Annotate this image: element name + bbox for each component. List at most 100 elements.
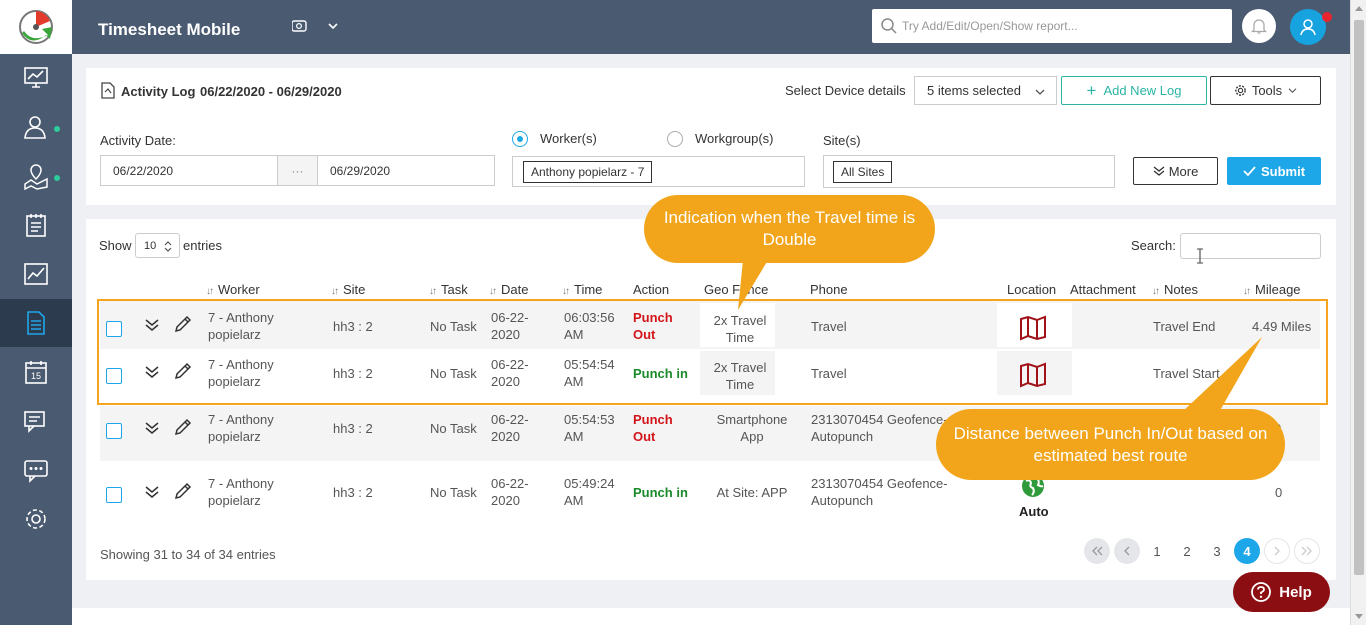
page-button[interactable]: 2 <box>1174 538 1200 564</box>
workgroup-radio[interactable] <box>667 131 683 147</box>
submit-button[interactable]: Submit <box>1227 157 1321 185</box>
messages-icon <box>24 411 45 433</box>
bottom-panel <box>72 608 1350 625</box>
double-chevron-right-icon <box>1301 546 1312 556</box>
scroll-up-icon[interactable] <box>1355 6 1363 11</box>
table-search-input[interactable] <box>1180 233 1321 264</box>
col-worker[interactable]: ↓↑ Worker <box>206 282 260 297</box>
cell-task: No Task <box>430 421 477 436</box>
date-from-input[interactable]: 06/22/2020 <box>100 155 278 186</box>
select-device-label: Select Device details <box>785 83 906 98</box>
scroll-down-icon[interactable] <box>1355 614 1363 619</box>
col-location[interactable]: Location <box>1007 282 1056 297</box>
tools-label: Tools <box>1251 83 1283 98</box>
sites-label: Site(s) <box>823 133 861 148</box>
reports-chart-icon <box>24 263 48 285</box>
date-to-input[interactable]: 06/29/2020 <box>317 155 495 186</box>
global-search-input[interactable] <box>902 16 1222 36</box>
cell-worker: 7 - Anthony popielarz <box>208 412 274 444</box>
col-phone[interactable]: Phone <box>810 282 848 297</box>
sidebar-item-calendar[interactable]: 15 <box>0 348 72 396</box>
cell-geo-fence: At Site: APP <box>716 485 788 500</box>
worker-tag: Anthony popielarz - 7 <box>523 160 653 183</box>
tools-button[interactable]: Tools <box>1210 76 1321 105</box>
vertical-scrollbar[interactable] <box>1350 0 1366 625</box>
page-size-select[interactable]: 10 <box>135 233 180 258</box>
showing-entries: Showing 31 to 34 of 34 entries <box>100 547 276 562</box>
global-search[interactable] <box>872 9 1232 43</box>
cell-task: No Task <box>430 485 477 500</box>
worker-select[interactable]: Anthony popielarz - 7 <box>512 156 805 187</box>
col-task[interactable]: ↓↑ Task <box>429 282 468 297</box>
row-checkbox[interactable] <box>106 423 122 439</box>
page-size-value: 10 <box>144 239 157 252</box>
sort-icon: ↓↑ <box>1243 286 1251 297</box>
cell-mileage: 0 <box>1275 485 1283 500</box>
sidebar-item-timesheet[interactable] <box>0 201 72 249</box>
col-mileage[interactable]: ↓↑ Mileage <box>1243 282 1301 297</box>
date-range-label: 06/22/2020 - 06/29/2020 <box>200 84 342 99</box>
prev-page-button[interactable] <box>1114 538 1140 564</box>
user-notification-dot <box>1322 12 1332 22</box>
scrollbar-thumb[interactable] <box>1354 20 1364 575</box>
sidebar-item-workers[interactable] <box>0 103 72 151</box>
chevron-down-icon <box>1288 88 1297 94</box>
sites-select[interactable]: All Sites <box>823 155 1115 188</box>
app-logo[interactable] <box>0 0 72 54</box>
page-button[interactable]: 1 <box>1144 538 1170 564</box>
col-date[interactable]: ↓↑ Date <box>489 282 528 297</box>
worker-radio[interactable] <box>512 131 528 147</box>
next-page-button[interactable] <box>1264 538 1290 564</box>
travel-rows-highlight <box>97 299 1328 405</box>
cell-location: Auto <box>1019 504 1049 519</box>
document-icon <box>101 82 115 99</box>
col-site[interactable]: ↓↑ Site <box>331 282 365 297</box>
chevron-right-icon <box>1274 546 1280 556</box>
sidebar-item-messages[interactable] <box>0 397 72 445</box>
chevron-down-icon <box>1035 89 1045 95</box>
plus-icon: + <box>1086 80 1097 100</box>
col-time[interactable]: ↓↑ Time <box>562 282 602 297</box>
col-notes[interactable]: ↓↑ Notes <box>1152 282 1198 297</box>
cell-phone: 2313070454 Geofence-Autopunch <box>811 476 948 508</box>
sidebar-item-dashboard[interactable] <box>0 54 72 102</box>
sort-icon: ↓↑ <box>429 286 437 297</box>
expand-icon[interactable] <box>145 422 159 434</box>
help-button[interactable]: Help <box>1233 572 1330 612</box>
page-button[interactable]: 3 <box>1204 538 1230 564</box>
calendar-day: 15 <box>31 371 41 381</box>
user-profile-button[interactable] <box>1290 9 1326 45</box>
question-icon <box>1251 582 1272 602</box>
page-button-active[interactable]: 4 <box>1234 538 1260 564</box>
sidebar-item-activity-log[interactable] <box>0 299 72 347</box>
expand-icon[interactable] <box>145 486 159 498</box>
dashboard-icon <box>24 67 48 88</box>
add-new-log-button[interactable]: + Add New Log <box>1061 76 1207 105</box>
device-select[interactable]: 5 items selected <box>914 76 1057 105</box>
sidebar-item-chat[interactable] <box>0 446 72 494</box>
col-action[interactable]: Action <box>633 282 669 297</box>
edit-pencil-icon[interactable] <box>174 482 192 500</box>
sidebar-item-settings[interactable] <box>0 495 72 543</box>
double-chevron-down-icon <box>1153 166 1165 176</box>
switch-icon <box>291 20 338 32</box>
sidebar-item-geo[interactable] <box>0 152 72 200</box>
account-switcher[interactable] <box>291 18 348 36</box>
add-new-log-label: Add New Log <box>1103 83 1182 98</box>
first-page-button[interactable] <box>1084 538 1110 564</box>
notifications-button[interactable] <box>1242 9 1276 43</box>
text-cursor-icon <box>1197 248 1203 264</box>
sidebar-item-reports[interactable] <box>0 250 72 298</box>
edit-pencil-icon[interactable] <box>174 418 192 436</box>
row-checkbox[interactable] <box>106 487 122 503</box>
timesheet-icon <box>26 214 46 237</box>
workers-icon <box>24 116 46 139</box>
more-button[interactable]: More <box>1133 157 1218 185</box>
updown-icon <box>164 241 172 252</box>
last-page-button[interactable] <box>1294 538 1320 564</box>
col-attachment[interactable]: Attachment <box>1070 282 1136 297</box>
panel-title: Activity Log <box>121 84 196 99</box>
check-icon <box>1243 166 1256 176</box>
cell-geo-fence: Smartphone App <box>716 412 788 444</box>
user-icon <box>1300 19 1316 36</box>
